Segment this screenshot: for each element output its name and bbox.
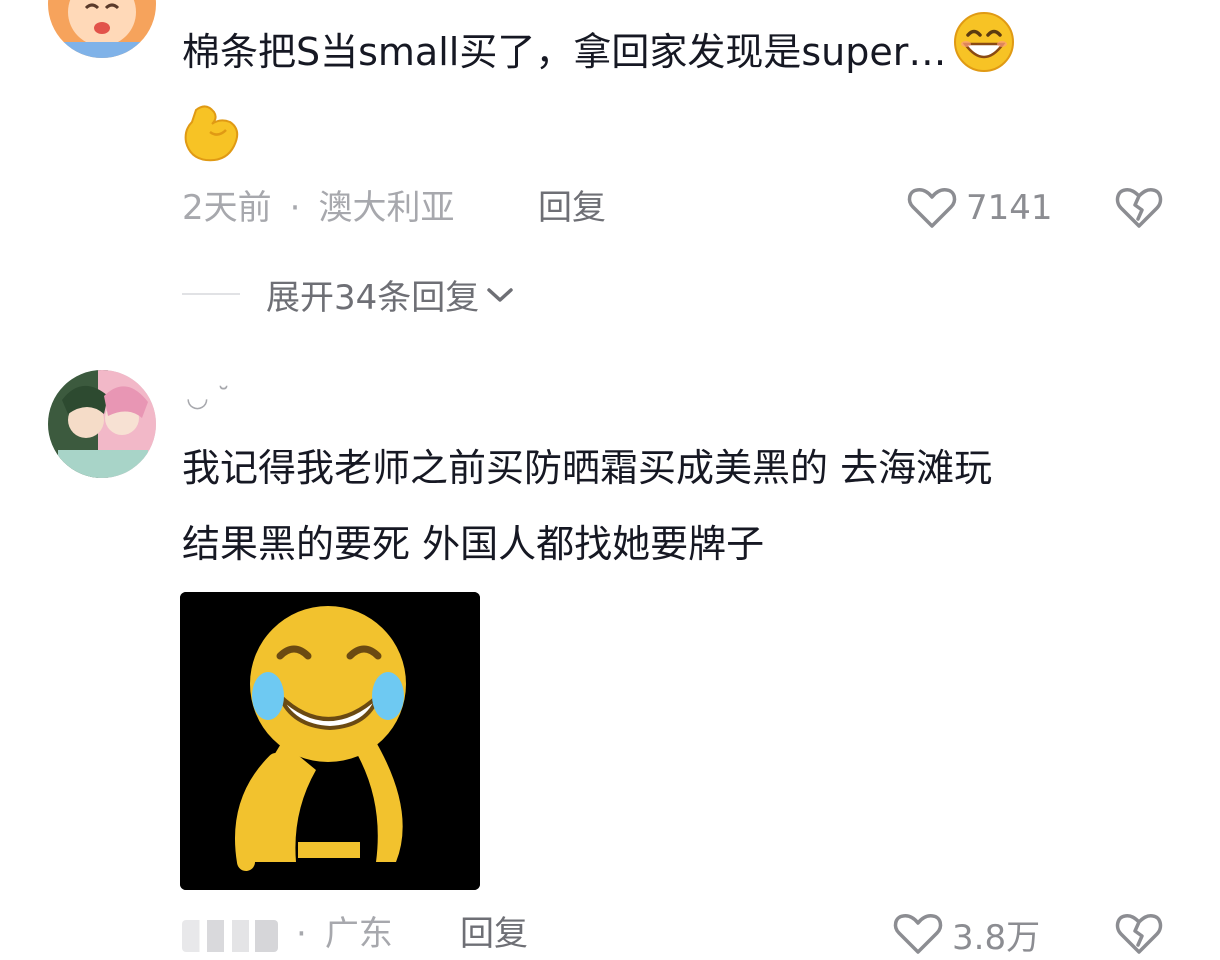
- like-button[interactable]: 7141: [906, 186, 1053, 230]
- heart-outline-icon: [892, 912, 952, 956]
- comment-text-line: 结果黑的要死 外国人都找她要牌子: [182, 522, 765, 566]
- comment-text-content: 棉条把S当small买了，拿回家发现是super…: [182, 30, 947, 74]
- grinning-face-icon: [952, 10, 1016, 99]
- avatar[interactable]: [48, 0, 156, 58]
- comment-text-line: 我记得我老师之前买防晒霜买成美黑的 去海滩玩: [182, 446, 993, 490]
- like-count: 3.8万: [952, 917, 1041, 958]
- reply-button[interactable]: 回复: [460, 912, 528, 956]
- like-button[interactable]: 3.8万: [892, 912, 1041, 958]
- expand-replies-label: 展开34条回复: [266, 277, 480, 318]
- like-count: 7141: [966, 188, 1053, 228]
- comment-location: 广东: [324, 914, 393, 954]
- reply-button[interactable]: 回复: [538, 186, 606, 230]
- comment-text: 棉条把S当small买了，拿回家发现是super…: [182, 10, 1016, 99]
- expand-replies-button[interactable]: 展开34条回复: [182, 272, 515, 318]
- comment-meta: 2天前 · 澳大利亚 回复: [182, 186, 742, 230]
- broken-heart-icon[interactable]: [1114, 186, 1164, 234]
- comment-text: 我记得我老师之前买防晒霜买成美黑的 去海滩玩 结果黑的要死 外国人都找她要牌子: [182, 430, 992, 582]
- comment-time: 2天前: [182, 188, 272, 228]
- comment-location: 澳大利亚: [318, 188, 455, 228]
- avatar[interactable]: [48, 370, 156, 478]
- heart-outline-icon: [906, 186, 966, 230]
- flexed-biceps-icon: [182, 98, 246, 162]
- sticker-image[interactable]: [180, 592, 480, 890]
- broken-heart-icon[interactable]: [1114, 912, 1164, 960]
- comment-author-name-blurred: [182, 919, 278, 952]
- divider-line: [182, 293, 240, 295]
- comment-meta: · 广东 回复: [182, 912, 682, 956]
- comment-username[interactable]: ◡ ˘: [186, 380, 230, 416]
- chevron-down-icon: [485, 274, 515, 314]
- laughing-face-icon: [180, 592, 480, 890]
- separator-dot: ·: [296, 914, 307, 954]
- separator-dot: ·: [289, 188, 301, 228]
